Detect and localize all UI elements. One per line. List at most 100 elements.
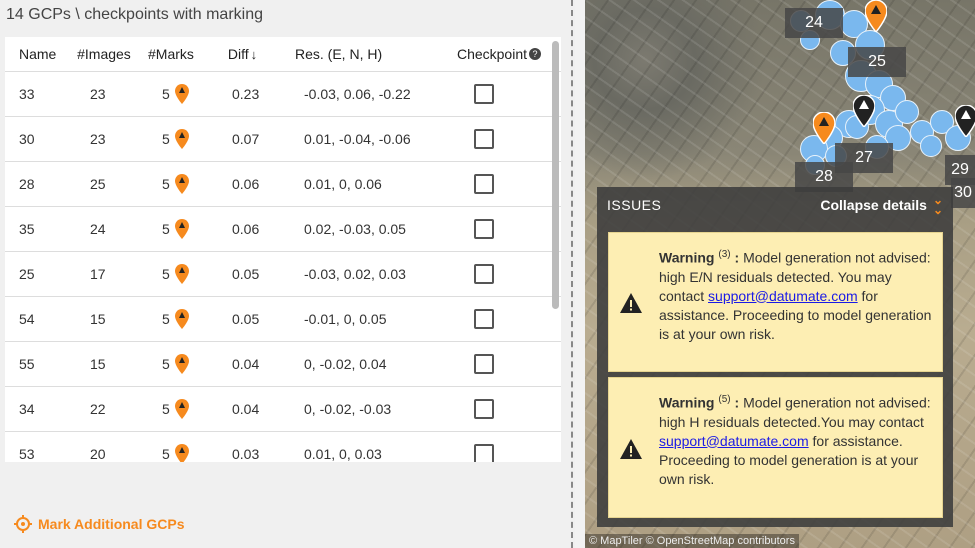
- cell-marks: 5: [147, 219, 217, 239]
- cell-marks: 5: [147, 354, 217, 374]
- cell-marks: 5: [147, 399, 217, 419]
- warning-text: Warning (5) : Model generation not advis…: [659, 394, 931, 487]
- header-checkpoint[interactable]: Checkpoint?: [418, 46, 561, 62]
- checkpoint-checkbox[interactable]: [474, 399, 494, 419]
- cell-checkpoint: [424, 264, 544, 284]
- gcp-panel: 14 GCPs \ checkpoints with marking Name …: [0, 0, 575, 548]
- cell-marks-count: 5: [162, 86, 170, 102]
- header-diff[interactable]: Diff ↓: [214, 46, 285, 62]
- cell-checkpoint: [424, 309, 544, 329]
- support-email-link[interactable]: support@datumate.com: [708, 288, 858, 304]
- checkpoint-checkbox[interactable]: [474, 354, 494, 374]
- mark-additional-gcps-label: Mark Additional GCPs: [38, 516, 185, 532]
- cell-marks: 5: [147, 174, 217, 194]
- gcp-table: Name #Images #Marks Diff ↓ Res. (E, N, H)…: [5, 37, 561, 462]
- cell-marks: 5: [147, 264, 217, 284]
- collapse-details-button[interactable]: Collapse details ⌄ ⌄: [820, 193, 943, 217]
- cell-images: 22: [90, 401, 106, 417]
- checkpoint-checkbox[interactable]: [474, 444, 494, 462]
- gcp-map-label[interactable]: 30: [951, 178, 975, 208]
- map-pin-icon: [174, 309, 189, 329]
- cell-marks-count: 5: [162, 401, 170, 417]
- cell-diff: 0.06: [232, 176, 260, 192]
- header-diff-label: Diff: [227, 46, 249, 62]
- checkpoint-checkbox[interactable]: [474, 264, 494, 284]
- table-scrollbar[interactable]: [552, 41, 559, 309]
- cell-images: 15: [90, 356, 106, 372]
- cell-marks-count: 5: [162, 221, 170, 237]
- warning-card: Warning (3) : Model generation not advis…: [608, 232, 943, 372]
- warning-triangle-icon: [619, 390, 659, 507]
- cell-diff: 0.03: [232, 446, 260, 462]
- cell-res: -0.03, 0.02, 0.03: [304, 266, 406, 282]
- cell-checkpoint: [424, 354, 544, 374]
- header-checkpoint-label: Checkpoint: [456, 46, 527, 62]
- cell-marks-count: 5: [162, 176, 170, 192]
- header-marks[interactable]: #Marks: [145, 46, 214, 62]
- help-circle-icon[interactable]: ?: [529, 48, 541, 60]
- map-pin-icon[interactable]: [853, 95, 875, 127]
- cell-checkpoint: [424, 399, 544, 419]
- map-pin-icon[interactable]: [813, 112, 835, 144]
- table-row[interactable]: 25 17 5 0.05 -0.03, 0.02, 0.03: [5, 252, 561, 297]
- table-row[interactable]: 53 20 5 0.03 0.01, 0, 0.03: [5, 432, 561, 462]
- checkpoint-checkbox[interactable]: [474, 174, 494, 194]
- table-row[interactable]: 30 23 5 0.07 0.01, -0.04, -0.06: [5, 117, 561, 162]
- cell-checkpoint: [424, 129, 544, 149]
- cell-marks: 5: [147, 84, 217, 104]
- chevron-double-down-icon: ⌄ ⌄: [932, 193, 943, 217]
- table-row[interactable]: 55 15 5 0.04 0, -0.02, 0.04: [5, 342, 561, 387]
- cell-marks: 5: [147, 444, 217, 462]
- crosshair-icon: [14, 515, 32, 533]
- warning-count: (3): [718, 249, 731, 260]
- warning-count: (5): [718, 394, 731, 405]
- map-pin-icon: [174, 354, 189, 374]
- checkpoint-checkbox[interactable]: [474, 219, 494, 239]
- gcp-map-label[interactable]: 25: [848, 47, 906, 77]
- checkpoint-checkbox[interactable]: [474, 309, 494, 329]
- cell-checkpoint: [424, 174, 544, 194]
- gcp-map-label[interactable]: 24: [785, 8, 843, 38]
- table-body: 33 23 5 0.23 -0.03, 0.06, -0.22 30 23 5 0.07 0.01…: [5, 72, 561, 462]
- table-header: Name #Images #Marks Diff ↓ Res. (E, N, H)…: [5, 37, 561, 72]
- header-images[interactable]: #Images: [74, 46, 145, 62]
- map-pin-icon[interactable]: [955, 105, 975, 137]
- issues-title: ISSUES: [607, 197, 662, 213]
- cell-name: 53: [19, 446, 35, 462]
- support-email-link[interactable]: support@datumate.com: [659, 433, 809, 449]
- cell-images: 23: [90, 86, 106, 102]
- cell-images: 24: [90, 221, 106, 237]
- cell-res: 0.01, 0, 0.03: [304, 446, 382, 462]
- cell-marks: 5: [147, 129, 217, 149]
- collapse-details-label: Collapse details: [820, 197, 927, 213]
- cell-images: 17: [90, 266, 106, 282]
- table-row[interactable]: 54 15 5 0.05 -0.01, 0, 0.05: [5, 297, 561, 342]
- cell-name: 25: [19, 266, 35, 282]
- map-pin-icon[interactable]: [865, 0, 887, 32]
- cell-marks-count: 5: [162, 356, 170, 372]
- cell-marks: 5: [147, 309, 217, 329]
- mark-additional-gcps-button[interactable]: Mark Additional GCPs: [14, 515, 185, 533]
- checkpoint-checkbox[interactable]: [474, 84, 494, 104]
- map-attribution[interactable]: © MapTiler © OpenStreetMap contributors: [585, 534, 799, 548]
- cell-diff: 0.05: [232, 266, 260, 282]
- map-pin-icon: [174, 399, 189, 419]
- cell-name: 54: [19, 311, 35, 327]
- header-name[interactable]: Name: [5, 46, 74, 62]
- checkpoint-checkbox[interactable]: [474, 129, 494, 149]
- panel-title: 14 GCPs \ checkpoints with marking: [6, 6, 263, 23]
- cell-res: -0.03, 0.06, -0.22: [304, 86, 411, 102]
- table-row[interactable]: 35 24 5 0.06 0.02, -0.03, 0.05: [5, 207, 561, 252]
- arrow-down-icon: ↓: [250, 47, 258, 62]
- header-res[interactable]: Res. (E, N, H): [285, 46, 418, 62]
- cell-checkpoint: [424, 84, 544, 104]
- panel-divider[interactable]: [571, 0, 573, 548]
- cell-images: 20: [90, 446, 106, 462]
- table-row[interactable]: 33 23 5 0.23 -0.03, 0.06, -0.22: [5, 72, 561, 117]
- cell-marks-count: 5: [162, 311, 170, 327]
- cell-res: 0.01, 0, 0.06: [304, 176, 382, 192]
- table-row[interactable]: 34 22 5 0.04 0, -0.02, -0.03: [5, 387, 561, 432]
- map-pin-icon: [174, 264, 189, 284]
- table-row[interactable]: 28 25 5 0.06 0.01, 0, 0.06: [5, 162, 561, 207]
- cell-diff: 0.23: [232, 86, 260, 102]
